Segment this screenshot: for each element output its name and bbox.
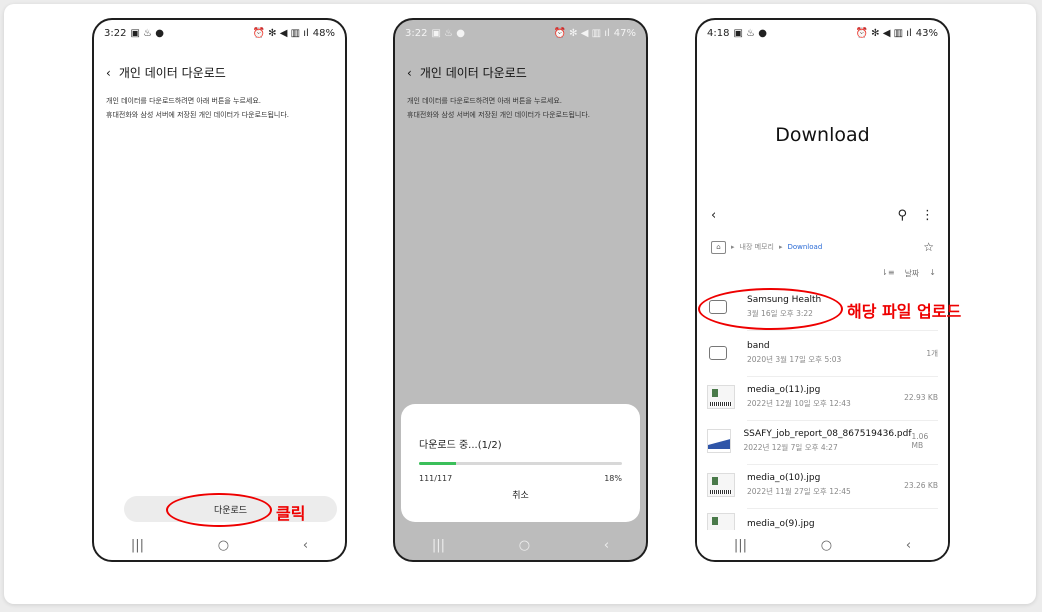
battery-level: 48% <box>312 27 335 39</box>
home-icon[interactable]: ○ <box>218 538 229 553</box>
file-item[interactable]: media_o(10).jpg 2022년 11월 27일 오후 12:45 23… <box>707 464 938 506</box>
home-icon[interactable]: ○ <box>519 538 530 553</box>
home-folder-icon[interactable]: ⌂ <box>711 240 726 254</box>
file-size: 22.93 KB <box>904 392 938 402</box>
progress-fill <box>419 462 456 465</box>
file-size: 1.06 MB <box>911 432 929 450</box>
file-name: band <box>747 341 770 351</box>
file-info: 1개 <box>926 348 938 358</box>
back-nav-icon[interactable]: ‹ <box>303 538 308 553</box>
toolbar: ‹ ⚲ ⋮ <box>711 208 934 223</box>
system-icons: ⏰ ✻ ◀ ▥ ıl <box>553 27 610 39</box>
progress-percent: 18% <box>604 474 622 483</box>
image-thumbnail-icon <box>707 473 735 497</box>
pdf-thumbnail-icon <box>707 429 732 453</box>
clock: 3:22 <box>405 27 428 39</box>
sort-direction-icon: ↓ <box>929 268 936 277</box>
divider <box>747 330 938 331</box>
folder-title: Download <box>775 124 870 146</box>
description: 개인 데이터를 다운로드하려면 아래 버튼을 누르세요. 휴대전화와 삼성 서버… <box>407 94 638 122</box>
recent-apps-icon[interactable]: ||| <box>131 538 144 553</box>
file-meta: 2022년 11월 27일 오후 12:45 <box>747 487 851 496</box>
phone-screen-1: 3:22 ▣ ♨ ● ⏰ ✻ ◀ ▥ ıl 48% ‹ 개인 데이터 다운로드 개인… <box>92 18 347 562</box>
home-icon[interactable]: ○ <box>821 538 832 553</box>
breadcrumb: ⌂ ▸ 내장 메모리 ▸ Download ☆ <box>711 240 934 254</box>
highlight-oval <box>698 288 843 330</box>
chevron-right-icon: ▸ <box>731 243 735 251</box>
star-icon[interactable]: ☆ <box>923 240 934 254</box>
download-progress-dialog: 다운로드 중...(1/2) 111/117 18% 취소 <box>401 404 640 522</box>
progress-bar <box>419 462 622 465</box>
recent-apps-icon[interactable]: ||| <box>432 538 445 553</box>
file-name: media_o(9).jpg <box>747 518 815 529</box>
upload-annotation: 해당 파일 업로드 <box>847 302 962 321</box>
back-icon[interactable]: ‹ <box>711 208 716 223</box>
sort-control[interactable]: ⇂≡ 날짜 ↓ <box>881 268 936 279</box>
page-title: 개인 데이터 다운로드 <box>419 66 527 80</box>
search-icon[interactable]: ⚲ <box>897 208 907 223</box>
description-line: 휴대전화와 삼성 서버에 저장된 개인 데이터가 다운로드됩니다. <box>407 111 591 119</box>
file-meta: 2020년 3월 17일 오후 5:03 <box>747 355 842 364</box>
sort-label: 날짜 <box>904 269 920 278</box>
file-name: SSAFY_job_report_08_867519436.pdf <box>743 429 912 439</box>
description-line: 개인 데이터를 다운로드하려면 아래 버튼을 누르세요. <box>106 97 262 105</box>
notification-icons: ▣ ♨ ● <box>733 27 767 39</box>
chevron-right-icon: ▸ <box>778 243 783 251</box>
file-size: 23.26 KB <box>904 480 938 490</box>
description-line: 휴대전화와 삼성 서버에 저장된 개인 데이터가 다운로드됩니다. <box>106 111 290 119</box>
navigation-bar: ||| ○ ‹ <box>395 530 646 560</box>
status-bar: 3:22 ▣ ♨ ● ⏰ ✻ ◀ ▥ ıl 48% <box>104 26 335 40</box>
click-annotation: 클릭 <box>276 504 306 523</box>
back-icon[interactable]: ‹ <box>106 66 111 80</box>
dialog-title: 다운로드 중...(1/2) <box>419 440 502 451</box>
progress-count: 111/117 <box>419 474 453 483</box>
page-title: 개인 데이터 다운로드 <box>118 66 226 80</box>
sort-icon: ⇂≡ <box>881 268 895 277</box>
file-meta: 2022년 12월 7일 오후 4:27 <box>743 443 838 452</box>
breadcrumb-current[interactable]: Download <box>787 243 822 251</box>
image-thumbnail-icon <box>707 385 735 409</box>
clock: 4:18 <box>707 27 730 39</box>
system-icons: ⏰ ✻ ◀ ▥ ıl <box>252 27 309 39</box>
file-item[interactable]: SSAFY_job_report_08_867519436.pdf 2022년 1… <box>707 420 938 462</box>
description: 개인 데이터를 다운로드하려면 아래 버튼을 누르세요. 휴대전화와 삼성 서버… <box>106 94 337 122</box>
highlight-oval <box>166 493 272 527</box>
cancel-button[interactable]: 취소 <box>401 488 640 501</box>
more-options-icon[interactable]: ⋮ <box>921 208 934 223</box>
system-icons: ⏰ ✻ ◀ ▥ ıl <box>855 27 912 39</box>
file-meta: 2022년 12월 10일 오후 12:43 <box>747 399 851 408</box>
notification-icons: ▣ ♨ ● <box>130 27 164 39</box>
battery-level: 47% <box>613 27 636 39</box>
navigation-bar: ||| ○ ‹ <box>94 530 345 560</box>
file-item[interactable]: band 2020년 3월 17일 오후 5:03 1개 <box>707 332 938 374</box>
back-icon[interactable]: ‹ <box>407 66 412 80</box>
file-item[interactable]: media_o(11).jpg 2022년 12월 10일 오후 12:43 22… <box>707 376 938 418</box>
status-bar: 3:22 ▣ ♨ ● ⏰ ✻ ◀ ▥ ıl 47% <box>405 26 636 40</box>
navigation-bar: ||| ○ ‹ <box>697 530 948 560</box>
file-name: media_o(10).jpg <box>747 473 821 483</box>
notification-icons: ▣ ♨ ● <box>431 27 465 39</box>
back-nav-icon[interactable]: ‹ <box>906 538 911 553</box>
description-line: 개인 데이터를 다운로드하려면 아래 버튼을 누르세요. <box>407 97 563 105</box>
recent-apps-icon[interactable]: ||| <box>734 538 747 553</box>
breadcrumb-parent[interactable]: 내장 메모리 <box>740 242 774 252</box>
back-nav-icon[interactable]: ‹ <box>604 538 609 553</box>
clock: 3:22 <box>104 27 127 39</box>
file-name: media_o(11).jpg <box>747 385 821 395</box>
status-bar: 4:18 ▣ ♨ ● ⏰ ✻ ◀ ▥ ıl 43% <box>707 26 938 40</box>
folder-icon <box>709 346 727 360</box>
phone-screen-2: 3:22 ▣ ♨ ● ⏰ ✻ ◀ ▥ ıl 47% ‹ 개인 데이터 다운로드 개인… <box>393 18 648 562</box>
battery-level: 43% <box>915 27 938 39</box>
